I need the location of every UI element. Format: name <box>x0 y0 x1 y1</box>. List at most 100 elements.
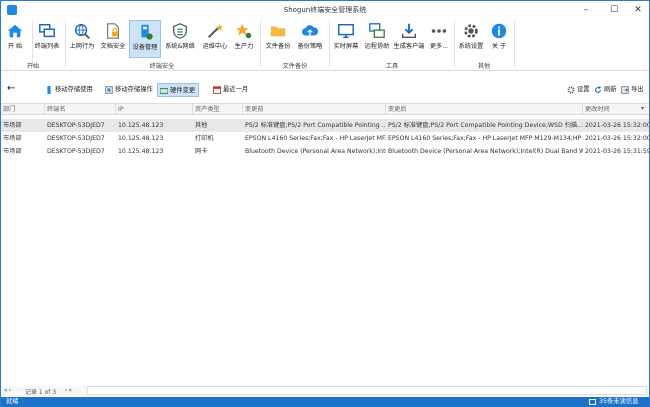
column-header-after[interactable]: 变更后 <box>386 104 583 115</box>
unread-messages[interactable]: 35条未读信息 <box>599 397 639 407</box>
table-row[interactable]: 市场部 DESKTOP-53DJED7 10.125.48.123 网卡 Blu… <box>1 145 649 158</box>
status-bar: 就绪 35条未读信息 <box>1 397 649 407</box>
column-header-terminal[interactable]: 终端名 <box>45 104 116 115</box>
ribbon-label: 运维中心 <box>202 43 228 50</box>
ribbon-label: 远程协助 <box>364 43 390 50</box>
horizontal-scrollbar[interactable] <box>87 386 647 395</box>
date-range-dropdown[interactable]: 最近一月 <box>211 83 248 97</box>
ribbon-web-behavior-button[interactable]: 上网行为 <box>68 20 96 58</box>
column-header-ip[interactable]: IP <box>116 104 193 115</box>
close-button[interactable]: ✕ <box>627 3 649 17</box>
usb-device-icon <box>141 24 153 40</box>
ribbon-backup-policy-button[interactable]: 备份策略 <box>295 20 325 58</box>
ribbon-generate-client-button[interactable]: 生成客户端 <box>393 20 425 58</box>
tab-label: 硬件变更 <box>170 87 196 94</box>
ribbon-more-button[interactable]: 更多... <box>427 20 451 58</box>
main-window: Shogun终端安全管理系统 – ☐ ✕ 开 始 终端列表 上网行为 文档安全 … <box>0 0 650 407</box>
tab-label: 移动存储操作 <box>115 86 153 93</box>
cloud-upload-icon <box>301 25 319 36</box>
monitors-icon <box>39 23 55 38</box>
date-range-label: 最近一月 <box>223 86 249 93</box>
export-icon <box>621 86 629 94</box>
mail-icon <box>589 399 596 405</box>
export-label: 导出 <box>631 86 644 93</box>
more-dots-icon <box>431 29 447 33</box>
ribbon-start-button[interactable]: 开 始 <box>3 20 27 58</box>
settings-label: 设置 <box>577 86 590 93</box>
ribbon-system-settings-button[interactable]: 系统设置 <box>456 20 486 58</box>
cell: 网卡 <box>195 148 208 155</box>
cell: 2021-03-26 15:32:00 <box>585 135 649 142</box>
column-header-department[interactable]: 部门 <box>1 104 45 115</box>
ribbon-label: 文档安全 <box>100 43 126 50</box>
cell: 打印机 <box>195 135 214 142</box>
cell: Bluetooth Device (Personal Area Network)… <box>245 148 386 155</box>
cell: 10.125.48.123 <box>118 122 164 129</box>
pager-next-last-icon[interactable]: ›» <box>65 387 73 394</box>
cell: 10.125.48.123 <box>118 135 164 142</box>
ribbon-device-mgmt-button[interactable]: 设备管理 <box>129 20 161 58</box>
ribbon-label: 开 始 <box>7 43 23 50</box>
refresh-icon <box>595 86 602 93</box>
refresh-button[interactable]: 刷新 <box>592 83 617 97</box>
column-header-asset-type[interactable]: 资产类型 <box>193 104 243 115</box>
cell: 市场部 <box>3 122 22 129</box>
monitor-icon <box>338 23 354 39</box>
ribbon-productivity-button[interactable]: 生产力 <box>231 20 257 58</box>
download-icon <box>401 23 417 39</box>
home-icon <box>7 24 23 38</box>
ribbon-about-button[interactable]: 关 于 <box>488 20 510 58</box>
ribbon-label: 终端列表 <box>34 43 60 50</box>
window-title: Shogun终端安全管理系统 <box>283 6 367 14</box>
title-bar: Shogun终端安全管理系统 – ☐ ✕ <box>1 1 649 19</box>
globe-search-icon <box>75 24 90 39</box>
folder-icon <box>270 26 286 37</box>
ribbon-live-screen-button[interactable]: 实时屏幕 <box>331 20 361 58</box>
sort-desc-icon: ▾ <box>641 105 645 112</box>
ribbon-label: 生成客户端 <box>393 43 425 50</box>
cell: 2021-03-26 15:31:59 <box>585 148 649 155</box>
minimize-button[interactable]: – <box>575 3 597 17</box>
data-grid: 部门 终端名 IP 资产类型 变更前 变更后 更改时间 ▾ 市场部 DESKTO… <box>1 103 649 385</box>
ribbon-terminal-list-button[interactable]: 终端列表 <box>33 20 61 58</box>
ribbon: 开 始 终端列表 上网行为 文档安全 设备管理 系统&网络 运维中心 生产力 文… <box>1 19 649 71</box>
magic-wand-icon <box>207 23 224 39</box>
cell: Bluetooth Device (Personal Area Network)… <box>388 148 583 155</box>
cell: 10.125.48.123 <box>118 148 164 155</box>
ribbon-label: 上网行为 <box>69 43 95 50</box>
pager-first-prev-icon[interactable]: «‹ <box>4 387 12 394</box>
settings-button[interactable]: 设置 <box>565 83 590 97</box>
ribbon-group-endpoint-security: 终端安全 <box>149 63 175 70</box>
back-arrow-icon[interactable]: ← <box>7 83 15 97</box>
ribbon-file-backup-button[interactable]: 文件备份 <box>263 20 293 58</box>
cell: DESKTOP-53DJED7 <box>47 135 105 142</box>
info-icon <box>491 23 507 39</box>
ribbon-doc-security-button[interactable]: 文档安全 <box>99 20 127 58</box>
calendar-icon <box>213 86 221 94</box>
hardware-icon <box>160 88 168 94</box>
ribbon-separator <box>514 21 515 67</box>
ribbon-group-tools: 工具 <box>385 63 399 70</box>
table-row[interactable]: 市场部 DESKTOP-53DJED7 10.125.48.123 其他 PS/… <box>1 119 649 132</box>
ribbon-label: 生产力 <box>234 43 254 50</box>
refresh-label: 刷新 <box>604 86 617 93</box>
maximize-button[interactable]: ☐ <box>603 3 625 17</box>
ribbon-label: 设备管理 <box>132 44 158 51</box>
ribbon-system-network-button[interactable]: 系统&网络 <box>163 20 197 58</box>
mobile-storage-use-tab[interactable]: 移动存储使用 <box>43 83 93 97</box>
gear-icon <box>567 86 575 94</box>
usb-ops-icon <box>105 86 113 94</box>
hardware-change-tab[interactable]: 硬件变更 <box>157 83 200 97</box>
cell: DESKTOP-53DJED7 <box>47 122 105 129</box>
export-button[interactable]: 导出 <box>619 83 644 97</box>
productivity-star-icon <box>235 23 252 39</box>
ribbon-ops-center-button[interactable]: 运维中心 <box>200 20 230 58</box>
document-lock-icon <box>107 23 119 39</box>
cell: PS/2 标准键盘;PS/2 Port Compatible Pointing … <box>245 122 386 129</box>
mobile-storage-ops-tab[interactable]: 移动存储操作 <box>103 83 153 97</box>
cell: 2021-03-26 15:32:00 <box>585 122 649 129</box>
column-header-change-time[interactable]: 更改时间 <box>583 104 649 115</box>
table-row[interactable]: 市场部 DESKTOP-53DJED7 10.125.48.123 打印机 EP… <box>1 132 649 145</box>
column-header-before[interactable]: 变更前 <box>243 104 386 115</box>
ribbon-remote-assist-button[interactable]: 远程协助 <box>363 20 391 58</box>
